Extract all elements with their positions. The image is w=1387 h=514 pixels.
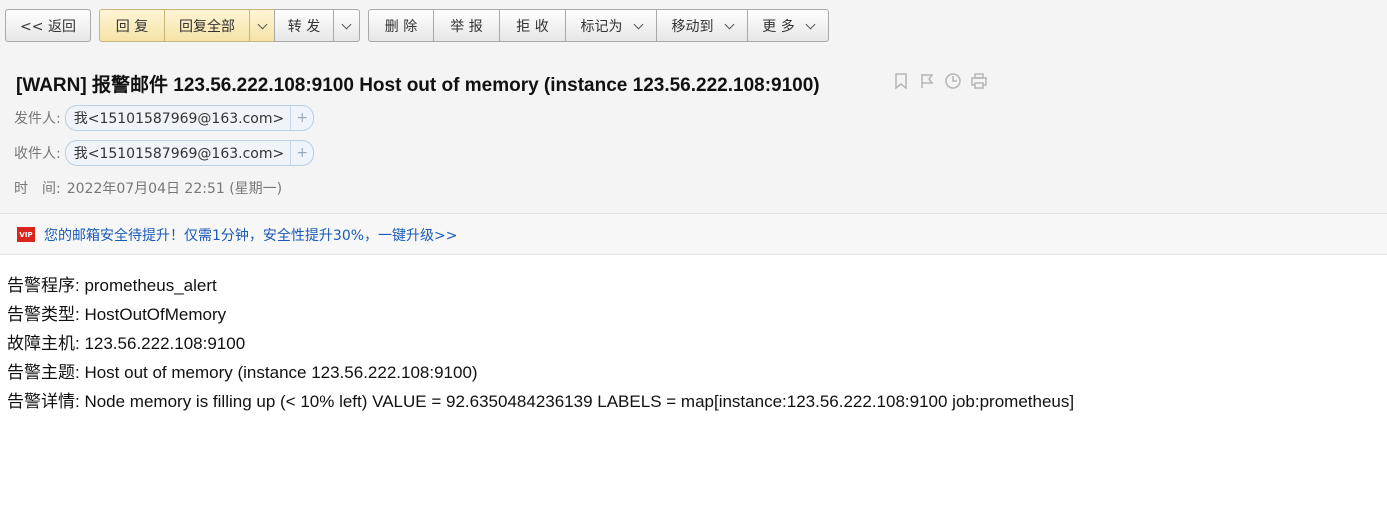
chevron-down-icon bbox=[341, 19, 352, 29]
security-upgrade-link[interactable]: 您的邮箱安全待提升！仅需1分钟，安全性提升30%，一键升级>> bbox=[44, 225, 457, 245]
more-button[interactable]: 更 多 bbox=[747, 9, 829, 42]
back-button[interactable]: << 返回 bbox=[5, 9, 91, 42]
to-chip[interactable]: 我<15101587969@163.com> + bbox=[64, 140, 315, 166]
forward-dropdown-button[interactable] bbox=[333, 9, 360, 42]
print-icon[interactable] bbox=[970, 72, 988, 90]
add-contact-icon[interactable]: + bbox=[290, 106, 313, 130]
reply-all-button[interactable]: 回复全部 bbox=[164, 9, 250, 42]
from-value: 我<15101587969@163.com> bbox=[73, 111, 285, 127]
chevron-down-icon bbox=[257, 19, 267, 29]
reply-label: 回 复 bbox=[115, 18, 149, 35]
chevron-down-icon bbox=[805, 19, 816, 29]
add-contact-icon[interactable]: + bbox=[290, 141, 313, 165]
from-chip[interactable]: 我<15101587969@163.com> + bbox=[64, 105, 315, 131]
forward-button[interactable]: 转 发 bbox=[274, 9, 334, 42]
time-row: 时 间: 2022年07月04日 22:51 (星期一) bbox=[14, 174, 282, 202]
clock-icon[interactable] bbox=[944, 72, 962, 90]
body-line: 告警详情: Node memory is filling up (< 10% l… bbox=[7, 392, 1075, 411]
delete-button[interactable]: 删 除 bbox=[368, 9, 434, 42]
chevron-down-icon bbox=[633, 19, 643, 29]
mark-as-button[interactable]: 标记为 bbox=[565, 9, 657, 42]
report-button[interactable]: 举 报 bbox=[433, 9, 500, 42]
security-promo-bar: VIP 您的邮箱安全待提升！仅需1分钟，安全性提升30%，一键升级>> bbox=[0, 213, 1387, 255]
body-line: 告警程序: prometheus_alert bbox=[7, 276, 217, 295]
to-value: 我<15101587969@163.com> bbox=[73, 146, 285, 162]
to-label: 收件人: bbox=[14, 146, 61, 162]
mark-as-label: 标记为 bbox=[580, 18, 623, 35]
flag-icon[interactable] bbox=[918, 72, 936, 90]
report-label: 举 报 bbox=[450, 18, 483, 35]
reject-button[interactable]: 拒 收 bbox=[499, 9, 566, 42]
vip-badge: VIP bbox=[17, 227, 35, 242]
mail-body: 告警程序: prometheus_alert 告警类型: HostOutOfMe… bbox=[7, 271, 1074, 416]
mail-subject: [WARN] 报警邮件 123.56.222.108:9100 Host out… bbox=[16, 75, 820, 96]
body-line: 告警类型: HostOutOfMemory bbox=[7, 305, 227, 324]
reply-button[interactable]: 回 复 bbox=[99, 9, 165, 42]
reply-all-label: 回复全部 bbox=[179, 18, 235, 35]
mail-header: << 返回 回 复 回复全部 转 发 删 除 举 报 拒 收 标记为 移动到 更… bbox=[0, 0, 1387, 213]
reject-label: 拒 收 bbox=[516, 18, 549, 35]
from-row: 发件人: 我<15101587969@163.com> + bbox=[14, 104, 315, 132]
move-to-button[interactable]: 移动到 bbox=[656, 9, 748, 42]
body-line: 告警主题: Host out of memory (instance 123.5… bbox=[7, 363, 478, 382]
time-label: 时 间: bbox=[14, 181, 61, 197]
body-line: 故障主机: 123.56.222.108:9100 bbox=[7, 334, 246, 353]
delete-label: 删 除 bbox=[384, 18, 418, 35]
back-button-label: << 返回 bbox=[20, 18, 76, 35]
time-value: 2022年07月04日 22:51 (星期一) bbox=[66, 181, 283, 197]
forward-label: 转 发 bbox=[287, 18, 321, 35]
chevron-down-icon bbox=[724, 19, 734, 29]
from-label: 发件人: bbox=[14, 111, 61, 127]
bookmark-icon[interactable] bbox=[892, 72, 910, 90]
move-to-label: 移动到 bbox=[671, 18, 714, 35]
reply-dropdown-button[interactable] bbox=[249, 9, 275, 42]
more-label: 更 多 bbox=[762, 18, 795, 35]
to-row: 收件人: 我<15101587969@163.com> + bbox=[14, 139, 315, 167]
